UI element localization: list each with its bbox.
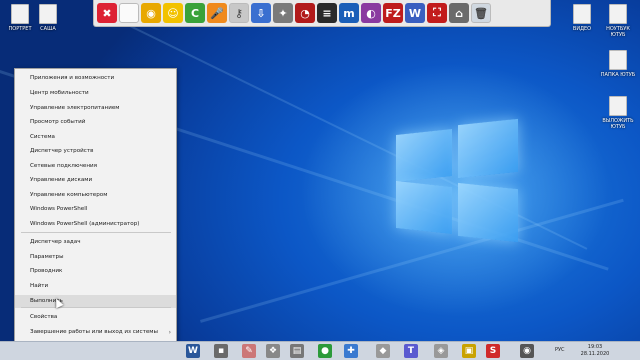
- app-icon-2[interactable]: ▪: [214, 344, 228, 358]
- menu-separator: [21, 232, 171, 233]
- menu-item-label: Система: [30, 134, 55, 140]
- menu-item-9[interactable]: Управление компьютером: [15, 189, 176, 202]
- menu-item-label: Windows PowerShell (администратор): [30, 221, 140, 227]
- menu-item-label: Проводник: [30, 268, 63, 274]
- menu-item-label: Диспетчер устройств: [30, 148, 94, 154]
- menu-item-15[interactable]: Найти: [15, 280, 176, 293]
- menu-item-label: Управление дисками: [30, 177, 93, 183]
- app-icon-13[interactable]: ◉: [520, 344, 534, 358]
- app-icon-11[interactable]: ▣: [462, 344, 476, 358]
- menu-item-6[interactable]: Диспетчер устройств: [15, 145, 176, 158]
- clock[interactable]: 19:03 28.11.2020: [575, 344, 615, 358]
- key-icon[interactable]: ⚷: [229, 3, 249, 23]
- clock-date: 28.11.2020: [580, 351, 610, 357]
- language-indicator[interactable]: РУС: [555, 347, 565, 353]
- menu-item-label: Сетевые подключения: [30, 163, 97, 169]
- app-icon-5[interactable]: ▤: [290, 344, 304, 358]
- m-app-icon[interactable]: m: [339, 3, 359, 23]
- app-icon-6[interactable]: ●: [318, 344, 332, 358]
- menu-item-2[interactable]: Центр мобильности: [15, 87, 176, 100]
- menu-item-label: Управление компьютером: [30, 192, 108, 198]
- menu-item-label: Центр мобильности: [30, 90, 89, 96]
- folder-icon: [11, 4, 29, 24]
- menu-item-label: Завершение работы или выход из системы: [30, 329, 158, 335]
- menu-item-5[interactable]: Система: [15, 131, 176, 144]
- folder-icon: [39, 4, 57, 24]
- menu-separator: [21, 307, 171, 308]
- document-icon[interactable]: [119, 3, 139, 23]
- resize-icon[interactable]: ⛶: [427, 3, 447, 23]
- menu-item-14[interactable]: Проводник: [15, 265, 176, 278]
- menu-item-label: Управление электропитанием: [30, 105, 120, 111]
- menu-item-13[interactable]: Параметры: [15, 251, 176, 264]
- app-icon-4[interactable]: ❖: [266, 344, 280, 358]
- menu-item-10[interactable]: Windows PowerShell: [15, 203, 176, 216]
- app-icon-10[interactable]: ◈: [434, 344, 448, 358]
- menu-item-label: Приложения и возможности: [30, 75, 115, 81]
- top-dock: ✖ ◉ ☺ C 🎤 ⚷ ⇩ ✦ ◔ ≡ m ◐ FZ W ⛶ ⌂ 🗑: [93, 0, 551, 27]
- menu-icon[interactable]: ≡: [317, 3, 337, 23]
- smiley-icon[interactable]: ☺: [163, 3, 183, 23]
- gauge-icon[interactable]: ◔: [295, 3, 315, 23]
- taskbar: РУС 19:03 28.11.2020 W ▪ ✎ ❖ ▤ ● ✚ ◆ T ◈ ▣ S ◉: [0, 341, 640, 360]
- file-icon: [609, 4, 627, 24]
- menu-item-label: Найти: [30, 283, 49, 289]
- word-w-icon[interactable]: W: [405, 3, 425, 23]
- clock-time: 19:03: [587, 344, 603, 350]
- menu-item-18[interactable]: Завершение работы или выход из системы ›: [15, 326, 176, 339]
- s-app-icon[interactable]: S: [486, 344, 500, 358]
- menu-item-label: Диспетчер задач: [30, 239, 81, 245]
- menu-item-label: Windows PowerShell: [30, 206, 88, 212]
- menu-item-7[interactable]: Сетевые подключения: [15, 160, 176, 173]
- app-icon-9[interactable]: T: [404, 344, 418, 358]
- menu-item-17[interactable]: Свойства: [15, 311, 176, 324]
- menu-item-label: Просмотр событий: [30, 119, 86, 125]
- microphone-icon[interactable]: 🎤: [207, 3, 227, 23]
- file-icon: [573, 4, 591, 24]
- menu-item-11[interactable]: Windows PowerShell (администратор): [15, 218, 176, 231]
- desktop-icon-papka[interactable]: ПАПКА ЮТУБ: [598, 50, 638, 78]
- file-icon: [609, 50, 627, 70]
- c-app-icon[interactable]: C: [185, 3, 205, 23]
- app-icon-3[interactable]: ✎: [242, 344, 256, 358]
- desktop-icon-vylozhit[interactable]: ВЫЛОЖИТЬ ЮТУБ: [598, 96, 638, 130]
- menu-item-1[interactable]: Приложения и возможности: [15, 72, 176, 85]
- home-icon[interactable]: ⌂: [449, 3, 469, 23]
- download-icon[interactable]: ⇩: [251, 3, 271, 23]
- windows-logo: [396, 118, 518, 243]
- menu-item-label: Свойства: [30, 314, 58, 320]
- desktop-icon-noutbuk[interactable]: НОУТБУК ЮТУБ: [598, 4, 638, 38]
- menu-item-4[interactable]: Просмотр событий: [15, 116, 176, 129]
- app-icon-8[interactable]: ◆: [376, 344, 390, 358]
- menu-item-label: Параметры: [30, 254, 64, 260]
- menu-item-8[interactable]: Управление дисками: [15, 174, 176, 187]
- file-icon: [609, 96, 627, 116]
- magic-wand-icon[interactable]: ✦: [273, 3, 293, 23]
- menu-item-3[interactable]: Управление электропитанием: [15, 102, 176, 115]
- menu-item-12[interactable]: Диспетчер задач: [15, 236, 176, 249]
- spiral-icon[interactable]: ◐: [361, 3, 381, 23]
- filezilla-icon[interactable]: FZ: [383, 3, 403, 23]
- app-icon-7[interactable]: ✚: [344, 344, 358, 358]
- winx-context-menu: Приложения и возможности Центр мобильност…: [14, 68, 177, 357]
- desktop-icon-video[interactable]: ВИДЕО: [562, 4, 602, 32]
- desktop-icon-sasha[interactable]: САША: [28, 4, 68, 32]
- chrome-icon[interactable]: ◉: [141, 3, 161, 23]
- chevron-right-icon: ›: [168, 329, 171, 336]
- word-icon[interactable]: W: [186, 344, 200, 358]
- recycle-bin-icon[interactable]: 🗑: [471, 3, 491, 23]
- qt-colorful-icon[interactable]: ✖: [97, 3, 117, 23]
